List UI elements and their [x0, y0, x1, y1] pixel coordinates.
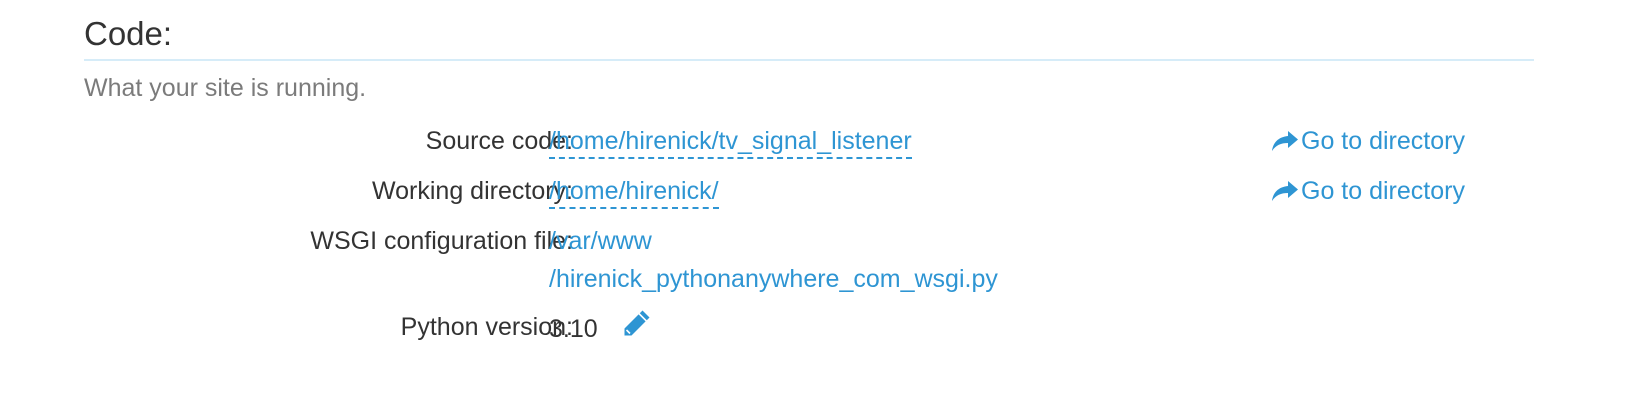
wsgi-config-path-line1: /var/www [549, 227, 652, 255]
working-directory-value: /home/hirenick/ [549, 172, 719, 210]
section-description: What your site is running. [84, 74, 367, 102]
source-code-value: /home/hirenick/tv_signal_listener [549, 122, 912, 160]
wsgi-config-row: WSGI configuration file: /var/www /hiren… [84, 222, 1534, 302]
section-title: Code: [84, 15, 173, 52]
share-arrow-icon [1272, 181, 1298, 201]
share-arrow-icon [1272, 131, 1298, 151]
source-code-go-to-directory-label: Go to directory [1301, 127, 1465, 155]
section-divider [84, 59, 1534, 61]
source-code-path-editable[interactable]: /home/hirenick/tv_signal_listener [549, 127, 912, 159]
wsgi-config-label: WSGI configuration file: [310, 227, 573, 255]
pencil-icon[interactable] [622, 308, 652, 349]
working-directory-label: Working directory: [372, 177, 573, 205]
wsgi-config-path-line2: /hirenick_pythonanywhere_com_wsgi.py [549, 265, 998, 293]
python-version-row: Python version: 3.10 [84, 308, 1534, 358]
python-version-label: Python version: [400, 313, 573, 341]
working-directory-go-to-directory-link[interactable]: Go to directory [1271, 172, 1465, 210]
working-directory-path-editable[interactable]: /home/hirenick/ [549, 177, 719, 209]
working-directory-row: Working directory: /home/hirenick/ Go to… [84, 172, 1534, 222]
python-version-value: 3.10 [549, 314, 598, 343]
python-version-value-wrap: 3.10 [549, 308, 652, 349]
wsgi-config-file-link[interactable]: /var/www /hirenick_pythonanywhere_com_ws… [549, 222, 998, 298]
working-directory-go-to-directory-label: Go to directory [1301, 177, 1465, 205]
source-code-go-to-directory-link[interactable]: Go to directory [1271, 122, 1465, 160]
source-code-row: Source code: /home/hirenick/tv_signal_li… [84, 122, 1534, 172]
